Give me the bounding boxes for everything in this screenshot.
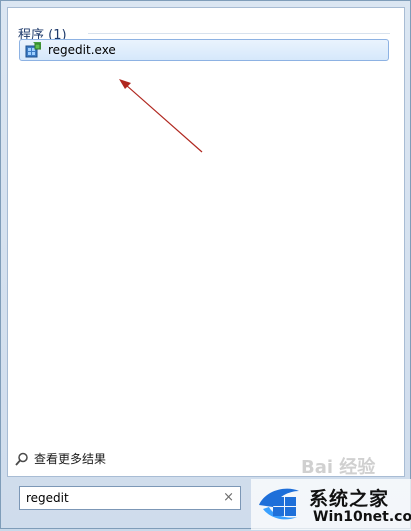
search-box[interactable]: ×	[19, 486, 241, 510]
site-logo: 系统之家 Win10net.com	[251, 479, 411, 530]
see-more-label[interactable]: 查看更多结果	[34, 450, 106, 467]
clear-search-icon[interactable]: ×	[223, 490, 234, 505]
result-item-regedit[interactable]: regedit.exe	[19, 39, 389, 61]
group-divider	[88, 33, 390, 34]
logo-url: Win10net.com	[313, 509, 411, 525]
search-icon	[15, 452, 29, 466]
start-menu: 程序 (1) regedit.exe 查看更多结果 regedit × Bai …	[0, 0, 411, 530]
windows-logo-icon	[255, 483, 301, 527]
search-results-panel: 程序 (1)	[7, 7, 405, 477]
logo-title: 系统之家	[309, 488, 390, 510]
result-label: regedit.exe	[48, 43, 116, 57]
regedit-icon	[24, 41, 42, 59]
search-input[interactable]	[20, 490, 218, 506]
see-more-results-link[interactable]: 查看更多结果	[15, 450, 106, 467]
watermark: Bai 经验	[301, 457, 376, 478]
